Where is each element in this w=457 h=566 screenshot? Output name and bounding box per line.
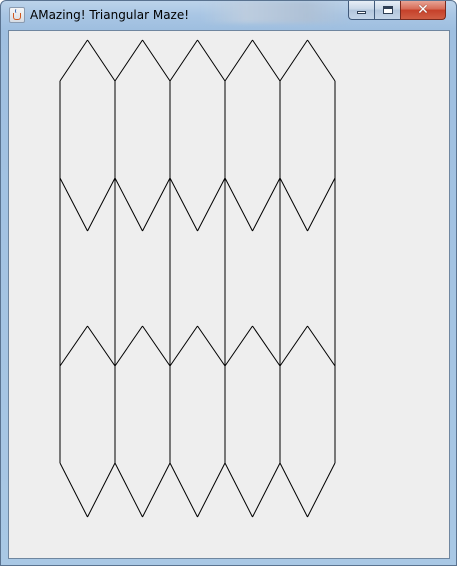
maze-wall xyxy=(59,325,88,367)
title-bar[interactable]: AMazing! Triangular Maze! ✕ xyxy=(1,1,456,29)
maze-wall xyxy=(197,325,226,367)
maze-drawing xyxy=(59,39,336,518)
maze-wall xyxy=(279,462,308,518)
maximize-icon xyxy=(382,6,393,14)
maze-wall xyxy=(87,462,116,518)
maze-wall xyxy=(142,325,171,367)
maze-wall xyxy=(114,462,143,518)
cup-mark xyxy=(13,13,21,20)
maze-wall xyxy=(252,39,281,82)
maze-wall xyxy=(114,325,143,367)
maze-wall xyxy=(252,177,281,232)
maze-wall xyxy=(59,39,88,82)
maze-wall xyxy=(142,39,171,82)
maze-wall xyxy=(252,325,281,367)
window-title: AMazing! Triangular Maze! xyxy=(30,8,190,22)
maze-wall xyxy=(87,39,116,82)
maze-wall xyxy=(87,177,116,232)
maze-wall xyxy=(307,177,336,232)
close-button[interactable]: ✕ xyxy=(400,1,446,20)
maze-wall xyxy=(307,325,336,367)
maze-wall xyxy=(279,39,308,82)
minimize-button[interactable] xyxy=(348,1,374,20)
maze-wall xyxy=(224,177,253,232)
maze-wall xyxy=(169,462,198,518)
title-bar-background xyxy=(201,1,351,23)
maze-wall xyxy=(197,462,226,518)
minimize-icon xyxy=(357,11,366,14)
maximize-button[interactable] xyxy=(374,1,400,20)
maze-wall xyxy=(142,177,171,232)
maze-wall xyxy=(59,177,88,232)
maze-wall xyxy=(307,39,336,82)
close-icon: ✕ xyxy=(417,2,429,18)
maze-wall xyxy=(59,462,88,518)
java-app-icon[interactable] xyxy=(9,7,25,23)
maze-wall xyxy=(114,177,143,232)
maze-wall xyxy=(307,462,336,518)
maze-wall xyxy=(142,462,171,518)
maze-wall xyxy=(224,325,253,367)
maze-wall xyxy=(252,462,281,518)
maze-wall xyxy=(169,325,198,367)
maze-wall xyxy=(279,177,308,232)
maze-wall xyxy=(114,39,143,82)
maze-wall xyxy=(169,177,198,232)
maze-wall xyxy=(224,462,253,518)
maze-panel xyxy=(8,30,450,559)
maze-wall xyxy=(279,325,308,367)
maze-wall xyxy=(224,39,253,82)
maze-wall xyxy=(169,39,198,82)
maze-wall xyxy=(197,177,226,232)
maze-wall xyxy=(197,39,226,82)
application-window: AMazing! Triangular Maze! ✕ xyxy=(0,0,457,566)
maze-wall xyxy=(87,325,116,367)
window-controls: ✕ xyxy=(348,1,446,21)
